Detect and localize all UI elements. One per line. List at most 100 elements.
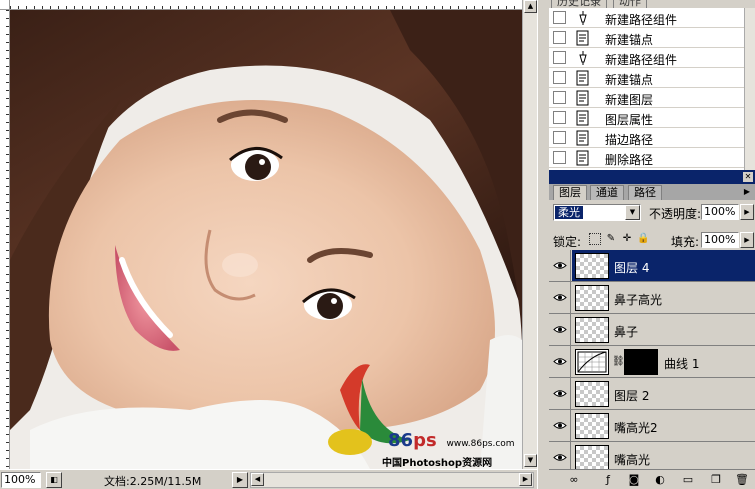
- history-item[interactable]: 删除路径: [549, 148, 744, 168]
- mask-link-icon[interactable]: ⛓: [612, 356, 625, 367]
- history-item[interactable]: 图层属性: [549, 108, 744, 128]
- snapshot-checkbox[interactable]: [553, 51, 566, 64]
- history-item[interactable]: 新建锚点: [549, 28, 744, 48]
- tab-layers[interactable]: 图层: [553, 185, 587, 200]
- opacity-arrow-icon[interactable]: ▶: [740, 204, 754, 220]
- tab-paths[interactable]: 路径: [628, 185, 662, 200]
- horizontal-ruler[interactable]: [10, 0, 522, 10]
- new-group-icon[interactable]: ▭: [681, 473, 695, 487]
- chevron-down-icon[interactable]: ▼: [625, 205, 640, 220]
- lock-all-icon[interactable]: 🔒: [637, 233, 649, 245]
- visibility-toggle[interactable]: [549, 378, 571, 409]
- layer-name-cell[interactable]: 鼻子: [572, 314, 755, 345]
- layer-name-cell[interactable]: ⛓ 曲线 1: [572, 346, 755, 377]
- snapshot-checkbox[interactable]: [553, 111, 566, 124]
- layer-name-cell[interactable]: 图层 4: [572, 250, 755, 281]
- ruler-corner[interactable]: [0, 0, 10, 10]
- scroll-left-arrow[interactable]: ◀: [251, 473, 264, 486]
- tab-channels[interactable]: 通道: [590, 185, 624, 200]
- visibility-toggle[interactable]: [549, 442, 571, 469]
- visibility-toggle[interactable]: [549, 250, 571, 281]
- layer-name: 曲线 1: [664, 357, 700, 371]
- horizontal-scrollbar[interactable]: ◀ ▶: [250, 472, 534, 488]
- scroll-down-arrow[interactable]: ▼: [524, 454, 537, 467]
- watermark-text: 86ps www.86ps.com: [388, 430, 515, 451]
- eye-icon: [553, 454, 567, 461]
- layer-name-cell[interactable]: 嘴高光2: [572, 410, 755, 441]
- layer-row[interactable]: 图层 4: [549, 250, 755, 282]
- vertical-scrollbar[interactable]: ▲ ▼: [522, 0, 537, 469]
- lock-transparency-icon[interactable]: [589, 233, 601, 245]
- snapshot-checkbox[interactable]: [553, 71, 566, 84]
- tab-history[interactable]: 历史记录: [551, 0, 607, 8]
- watermark-brand-number: 86: [388, 430, 414, 451]
- layer-name: 图层 4: [614, 261, 650, 275]
- history-item-label: 删除路径: [605, 153, 654, 167]
- history-item[interactable]: 新建图层: [549, 88, 744, 108]
- layer-name: 鼻子: [614, 325, 639, 339]
- fill-label: 填充:: [671, 235, 700, 249]
- lock-move-icon[interactable]: ✛: [621, 233, 633, 245]
- snapshot-checkbox[interactable]: [553, 11, 566, 24]
- history-scrollbar[interactable]: [744, 8, 755, 170]
- link-layers-icon[interactable]: ∞: [567, 473, 581, 487]
- watermark-brand-letters: ps: [413, 430, 437, 451]
- snapshot-checkbox[interactable]: [553, 151, 566, 164]
- status-menu-icon[interactable]: ◧: [46, 472, 62, 488]
- eye-icon: [553, 390, 567, 397]
- layer-row[interactable]: 嘴高光: [549, 442, 755, 469]
- adjustment-layer-icon[interactable]: ◐: [653, 473, 667, 487]
- zoom-level-field[interactable]: 100%: [1, 472, 41, 488]
- history-item[interactable]: 描边路径: [549, 128, 744, 148]
- layer-mask-icon[interactable]: ◙: [627, 473, 641, 487]
- layer-style-icon[interactable]: ƒ: [601, 473, 615, 487]
- document-canvas-area: 86ps www.86ps.com 中国Photoshop资源网 ▲ ▼ 100…: [0, 0, 537, 489]
- trash-icon[interactable]: 🗑: [735, 473, 749, 487]
- panel-menu-icon[interactable]: ▶: [741, 186, 753, 198]
- layer-name-cell[interactable]: 嘴高光: [572, 442, 755, 469]
- layer-row[interactable]: ⛓ 曲线 1: [549, 346, 755, 378]
- history-item-label: 新建锚点: [605, 33, 654, 47]
- status-arrow-icon[interactable]: ▶: [232, 472, 248, 488]
- tab-actions[interactable]: 动作: [613, 0, 647, 8]
- visibility-toggle[interactable]: [549, 410, 571, 441]
- history-item[interactable]: 新建路径组件: [549, 8, 744, 28]
- history-item-label: 新建图层: [605, 93, 654, 107]
- history-item-label: 描边路径: [605, 133, 654, 147]
- fill-field[interactable]: 100%: [701, 232, 739, 248]
- layer-name: 鼻子高光: [614, 293, 663, 307]
- snapshot-checkbox[interactable]: [553, 31, 566, 44]
- snapshot-checkbox[interactable]: [553, 131, 566, 144]
- history-state-icon: [575, 150, 591, 166]
- visibility-toggle[interactable]: [549, 282, 571, 313]
- history-panel: 历史记录 动作 新建路径组件 新建锚点 新建路径组件 新建锚点 新建图层 图层属性 描边路径…: [549, 0, 755, 170]
- new-layer-icon[interactable]: ❐: [709, 473, 723, 487]
- snapshot-checkbox[interactable]: [553, 91, 566, 104]
- layer-row[interactable]: 鼻子: [549, 314, 755, 346]
- opacity-field[interactable]: 100%: [701, 204, 739, 220]
- layer-thumbnail: [575, 349, 609, 375]
- layer-row[interactable]: 嘴高光2: [549, 410, 755, 442]
- lock-brush-icon[interactable]: ✎: [605, 233, 617, 245]
- layer-mask-thumbnail[interactable]: [624, 349, 658, 375]
- eye-icon: [553, 358, 567, 365]
- visibility-toggle[interactable]: [549, 346, 571, 377]
- panel-close-icon[interactable]: ✕: [743, 172, 753, 182]
- history-state-icon: [575, 90, 591, 106]
- layer-row[interactable]: 图层 2: [549, 378, 755, 410]
- blend-mode-select[interactable]: 柔光 ▼: [553, 204, 641, 221]
- document-image[interactable]: 86ps www.86ps.com 中国Photoshop资源网: [10, 10, 522, 469]
- status-bar: 100% ◧ 文档:2.25M/11.5M ▶ ◀ ▶: [0, 469, 537, 489]
- layers-panel-titlebar[interactable]: ✕: [549, 170, 755, 184]
- fill-arrow-icon[interactable]: ▶: [740, 232, 754, 248]
- layer-name-cell[interactable]: 图层 2: [572, 378, 755, 409]
- scroll-right-arrow[interactable]: ▶: [519, 473, 532, 486]
- layer-row[interactable]: 鼻子高光: [549, 282, 755, 314]
- history-item[interactable]: 新建锚点: [549, 68, 744, 88]
- vertical-ruler[interactable]: [0, 10, 10, 469]
- visibility-toggle[interactable]: [549, 314, 571, 345]
- scroll-up-arrow[interactable]: ▲: [524, 0, 537, 13]
- history-item[interactable]: 新建路径组件: [549, 48, 744, 68]
- pen-icon: [575, 10, 591, 26]
- layer-name-cell[interactable]: 鼻子高光: [572, 282, 755, 313]
